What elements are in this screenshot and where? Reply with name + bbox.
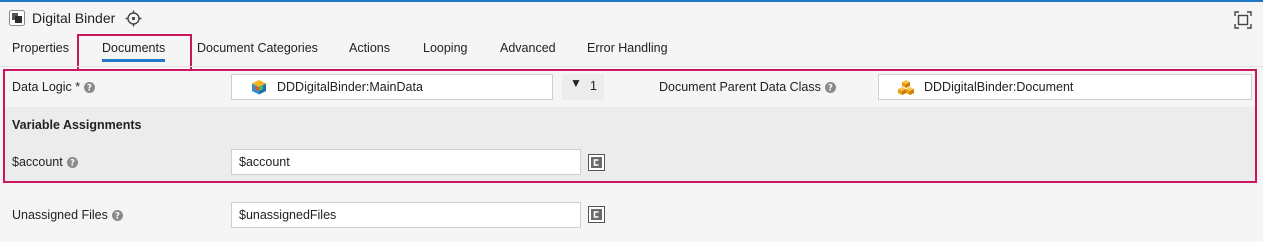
unassigned-files-input[interactable]: $unassignedFiles [231,202,581,228]
tab-actions[interactable]: Actions [349,34,390,62]
tab-advanced[interactable]: Advanced [500,34,556,62]
data-logic-label-text: Data Logic * [12,80,81,94]
account-value: $account [239,155,290,169]
parent-class-field[interactable]: DDDigitalBinder:Document [878,74,1252,100]
tab-properties[interactable]: Properties [12,34,69,62]
svg-text:?: ? [115,212,120,221]
expression-editor-icon[interactable] [588,206,605,223]
help-icon[interactable]: ? [111,210,123,221]
unassigned-files-label: Unassigned Files? [12,208,123,222]
unassigned-files-value: $unassignedFiles [239,208,337,222]
expression-editor-icon[interactable] [588,154,605,171]
tab-document-categories[interactable]: Document Categories [197,34,318,62]
caret-down-icon: ▼ [570,76,582,90]
variable-assignments-heading: Variable Assignments [12,118,142,132]
window-title: Digital Binder [32,10,116,26]
smartobject-icon [252,80,266,95]
data-logic-field[interactable]: DDDigitalBinder:MainData [231,74,553,100]
data-logic-value: DDDigitalBinder:MainData [277,80,423,94]
svg-text:?: ? [828,84,833,93]
crosshair-icon[interactable] [125,10,142,27]
data-class-icon [898,80,914,95]
parent-class-label-text: Document Parent Data Class [659,80,821,94]
svg-text:?: ? [70,159,75,168]
unassigned-files-label-text: Unassigned Files [12,208,108,222]
tab-looping[interactable]: Looping [423,34,468,62]
parent-class-value: DDDigitalBinder:Document [924,80,1074,94]
data-logic-label: Data Logic *? [12,80,96,94]
tab-divider [0,66,1263,67]
tab-documents[interactable]: Documents [96,34,171,62]
account-input[interactable]: $account [231,149,581,175]
account-label-text: $account [12,155,63,169]
data-logic-count-toggle[interactable]: ▼ 1 [562,74,604,100]
maximize-icon[interactable] [1234,11,1252,29]
data-logic-count: 1 [590,79,597,93]
svg-text:?: ? [87,84,92,93]
help-icon[interactable]: ? [824,82,836,93]
variable-assignments-section [5,107,1255,181]
tab-error-handling[interactable]: Error Handling [587,34,668,62]
help-icon[interactable]: ? [84,82,96,93]
help-icon[interactable]: ? [66,157,78,168]
digital-binder-icon [9,10,25,26]
tab-bar: Properties Documents Document Categories… [0,34,1263,66]
parent-class-label: Document Parent Data Class? [659,80,836,94]
title-bar: Digital Binder [0,2,1263,34]
account-label: $account? [12,155,78,169]
